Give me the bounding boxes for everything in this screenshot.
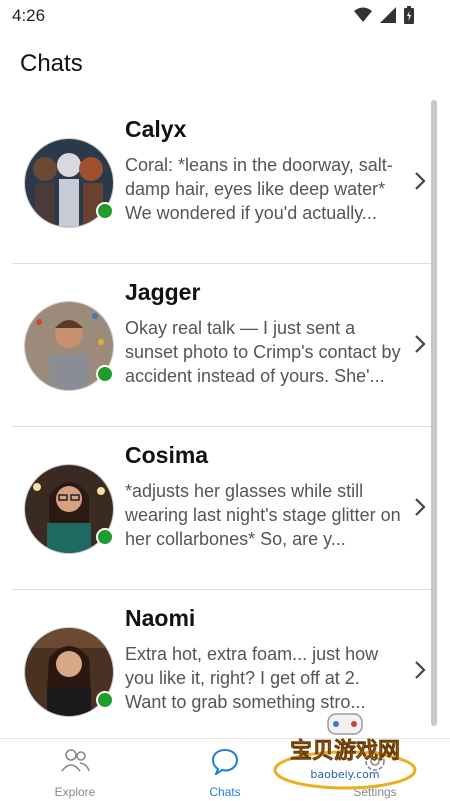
watermark-url-text: baobeiy.com xyxy=(310,768,379,781)
chat-preview: Extra hot, extra foam... just how you li… xyxy=(125,644,379,712)
wifi-icon xyxy=(354,7,372,22)
watermark-cn-text: 宝贝游戏网 xyxy=(290,738,400,764)
online-status-dot xyxy=(96,365,114,383)
nav-item-explore[interactable]: Explore xyxy=(20,739,130,801)
nav-item-chats[interactable]: Chats xyxy=(170,739,280,801)
chat-item-cosima[interactable]: Cosima *adjusts her glasses while still … xyxy=(12,426,437,590)
chat-preview: Okay real talk — I just sent a sunset ph… xyxy=(125,318,401,386)
chat-item-calyx[interactable]: Calyx Coral: *leans in the doorway, salt… xyxy=(12,100,437,264)
online-status-dot xyxy=(96,202,114,220)
status-bar: 4:26 xyxy=(0,0,450,32)
chevron-right-icon xyxy=(415,498,426,516)
chat-name: Jagger xyxy=(125,279,201,305)
status-time: 4:26 xyxy=(12,6,46,25)
chevron-right-icon xyxy=(415,661,426,679)
chat-item-jagger[interactable]: Jagger Okay real talk — I just sent a su… xyxy=(12,263,437,427)
scrollbar[interactable] xyxy=(431,100,437,726)
chat-preview: *adjusts her glasses while still wearing… xyxy=(125,481,401,549)
avatar-wrap xyxy=(24,138,114,228)
chat-name: Calyx xyxy=(125,116,187,142)
people-icon xyxy=(61,749,90,772)
chat-name: Naomi xyxy=(125,605,196,631)
chat-name: Cosima xyxy=(125,442,209,468)
chevron-right-icon xyxy=(415,335,426,353)
chat-bubble-icon xyxy=(211,748,239,775)
online-status-dot xyxy=(96,691,114,709)
nav-label: Explore xyxy=(54,785,96,799)
avatar-wrap xyxy=(24,627,114,717)
cell-signal-icon xyxy=(380,7,396,23)
avatar-wrap xyxy=(24,464,114,554)
watermark-logo: 宝贝游戏网 baobeiy.com xyxy=(273,713,417,790)
chat-list: Calyx Coral: *leans in the doorway, salt… xyxy=(12,100,437,753)
online-status-dot xyxy=(96,528,114,546)
page-title: Chats xyxy=(20,50,83,77)
chat-preview: Coral: *leans in the doorway, salt-damp … xyxy=(125,155,393,223)
chevron-right-icon xyxy=(415,172,426,190)
nav-label: Chats xyxy=(209,785,241,799)
status-icons xyxy=(354,6,414,24)
battery-icon xyxy=(404,6,414,24)
avatar-wrap xyxy=(24,301,114,391)
